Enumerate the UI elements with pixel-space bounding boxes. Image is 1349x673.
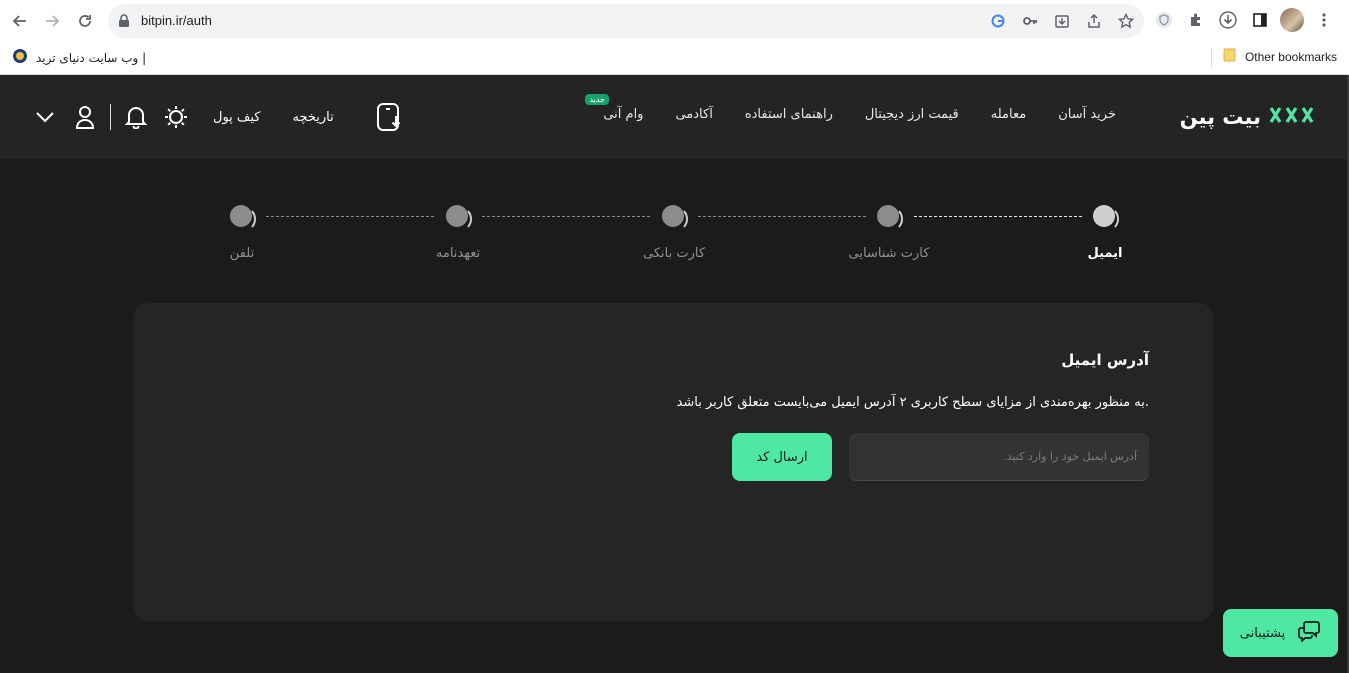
step-dot-bank-card <box>662 205 688 231</box>
history-link[interactable]: تاریخچه <box>292 110 333 125</box>
other-bookmarks[interactable]: Other bookmarks <box>1223 48 1337 65</box>
nav-item-academy[interactable]: آکادمی <box>675 107 712 122</box>
other-bookmarks-label: Other bookmarks <box>1244 49 1337 64</box>
step-connector <box>482 216 650 217</box>
bookmarks-bar: وب سایت دنیای ترید | Other bookmarks <box>0 42 1349 74</box>
chevron-down-icon[interactable] <box>30 102 60 132</box>
back-arrow-icon[interactable] <box>8 9 32 33</box>
step-dot-id-card <box>877 205 903 231</box>
step-dot-commitment <box>446 205 472 231</box>
nav-item-easy-buy[interactable]: خرید آسان <box>1058 107 1116 122</box>
bookmark-label: وب سایت دنیای ترید | <box>36 50 147 65</box>
card-title: آدرس ایمیل <box>1061 351 1149 369</box>
nav-item-trade[interactable]: معامله <box>991 107 1026 122</box>
bitpin-logo-icon <box>1269 106 1317 128</box>
logo[interactable]: بیت پین <box>1180 105 1317 129</box>
step-connector <box>698 216 866 217</box>
support-button[interactable]: پشتیبانی <box>1223 609 1338 657</box>
chat-bubbles-icon <box>1297 620 1321 646</box>
header-actions: کیف پول تاریخچه <box>30 101 334 133</box>
forward-arrow-icon[interactable] <box>40 9 64 33</box>
sun-theme-icon[interactable] <box>161 102 191 132</box>
more-menu-icon[interactable] <box>1312 8 1336 32</box>
share-icon[interactable] <box>1084 11 1104 31</box>
step-connector <box>266 216 434 217</box>
site-favicon-icon <box>12 48 28 67</box>
side-panel-icon[interactable] <box>1248 8 1272 32</box>
main-nav: خرید آسان معامله قیمت ارز دیجیتال راهنما… <box>585 94 1116 122</box>
logo-text: بیت پین <box>1179 105 1261 129</box>
folder-icon <box>1223 48 1237 65</box>
deposit-phone-icon[interactable] <box>374 102 404 136</box>
star-icon[interactable] <box>1116 11 1136 31</box>
nav-item-crypto-prices[interactable]: قیمت ارز دیجیتال <box>865 107 959 122</box>
nav-item-instant-loan[interactable]: وام آنی جدید <box>585 94 644 122</box>
wallet-link[interactable]: کیف پول <box>213 110 260 125</box>
lock-icon <box>118 13 130 32</box>
profile-avatar[interactable] <box>1280 8 1304 32</box>
download-icon[interactable] <box>1216 8 1240 32</box>
bookmark-item[interactable]: وب سایت دنیای ترید | <box>12 48 146 67</box>
send-code-button[interactable]: ارسال کد <box>732 433 832 481</box>
step-connector-active <box>914 216 1082 217</box>
bookmark-divider <box>1211 48 1212 68</box>
step-label-email: ایمیل <box>1087 246 1123 261</box>
url-text: bitpin.ir/auth <box>141 13 212 28</box>
browser-toolbar: bitpin.ir/auth <box>0 0 1349 42</box>
nav-item-guide[interactable]: راهنمای استفاده <box>745 107 833 122</box>
key-icon[interactable] <box>1020 11 1040 31</box>
header-divider <box>110 104 111 130</box>
user-icon[interactable] <box>70 102 100 132</box>
address-bar[interactable]: bitpin.ir/auth <box>108 4 1144 38</box>
step-dot-phone <box>230 205 256 231</box>
verification-stepper: ایمیل کارت شناسایی کارت بانکی تعهدنامه ت… <box>0 159 1349 299</box>
nav-item-instant-loan-label: وام آنی <box>603 107 644 122</box>
site-header: بیت پین خرید آسان معامله قیمت ارز دیجیتا… <box>0 75 1349 159</box>
bell-icon[interactable] <box>121 102 151 132</box>
email-input[interactable] <box>849 433 1149 481</box>
reload-icon[interactable] <box>73 9 97 33</box>
new-badge: جدید <box>585 94 609 105</box>
puzzle-extensions-icon[interactable] <box>1184 8 1208 32</box>
card-description: به منظور بهره‌مندی از مزایای سطح کاربری … <box>676 395 1149 410</box>
step-label-id-card: کارت شناسایی <box>848 246 930 261</box>
google-icon[interactable] <box>988 11 1008 31</box>
browser-chrome: bitpin.ir/auth وب سایت دنیای ترید | Othe… <box>0 0 1349 75</box>
install-app-icon[interactable] <box>1052 11 1072 31</box>
shield-extension-icon[interactable] <box>1152 8 1176 32</box>
step-label-bank-card: کارت بانکی <box>642 246 706 261</box>
step-label-phone: تلفن <box>229 246 255 261</box>
step-dot-email <box>1093 205 1119 231</box>
support-label: پشتیبانی <box>1239 625 1286 641</box>
email-verification-card: آدرس ایمیل به منظور بهره‌مندی از مزایای … <box>134 303 1213 621</box>
step-label-commitment: تعهدنامه <box>435 246 481 261</box>
